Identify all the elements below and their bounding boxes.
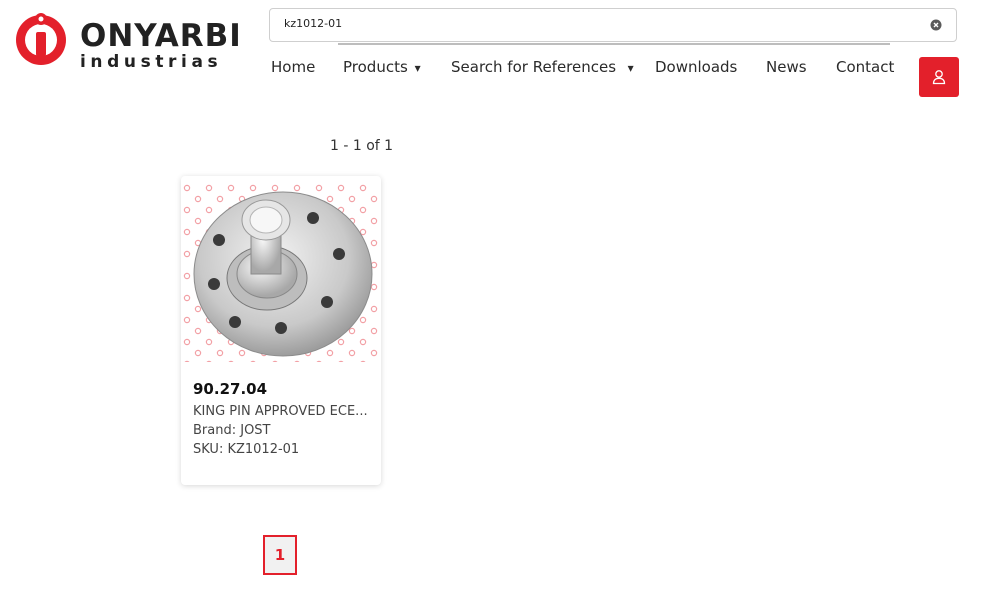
nav-downloads-label: Downloads	[655, 58, 738, 76]
nav-news-label: News	[766, 58, 807, 76]
chevron-down-icon: ▾	[627, 61, 634, 75]
logo-subtitle: industrias	[80, 52, 223, 72]
nav-search-references[interactable]: Search for References ▾	[451, 58, 634, 76]
product-card[interactable]: 90.27.04 KING PIN APPROVED ECE... Brand:…	[181, 176, 381, 485]
user-icon	[932, 70, 946, 85]
site-logo[interactable]: ONYARBI industrias	[12, 10, 241, 71]
pagination-page-1[interactable]: 1	[263, 535, 297, 575]
product-sku: SKU: KZ1012-01	[193, 442, 300, 457]
logo-name: ONYARBI	[80, 18, 242, 54]
product-brand: Brand: JOST	[193, 423, 271, 438]
nav-home-label: Home	[271, 58, 316, 76]
nav-products[interactable]: Products ▾	[343, 58, 421, 76]
search-box	[269, 8, 957, 42]
result-count: 1 - 1 of 1	[330, 138, 394, 154]
nav-downloads[interactable]: Downloads	[655, 58, 737, 76]
nav-search-references-label: Search for References	[451, 58, 617, 76]
chevron-down-icon: ▾	[414, 61, 421, 75]
product-description: KING PIN APPROVED ECE...	[193, 404, 368, 419]
product-code[interactable]: 90.27.04	[193, 380, 267, 398]
nav-contact[interactable]: Contact	[836, 58, 894, 76]
onyarbi-logo-icon	[16, 13, 66, 65]
nav-news[interactable]: News	[766, 58, 807, 76]
king-pin-product-image[interactable]	[181, 182, 381, 362]
nav-contact-label: Contact	[836, 58, 895, 76]
user-account-button[interactable]	[919, 57, 959, 97]
nav-products-label: Products	[343, 58, 408, 76]
search-underline	[338, 43, 890, 45]
search-input[interactable]	[284, 17, 904, 30]
clear-circle-icon[interactable]	[930, 19, 942, 31]
nav-home[interactable]: Home	[271, 58, 315, 76]
